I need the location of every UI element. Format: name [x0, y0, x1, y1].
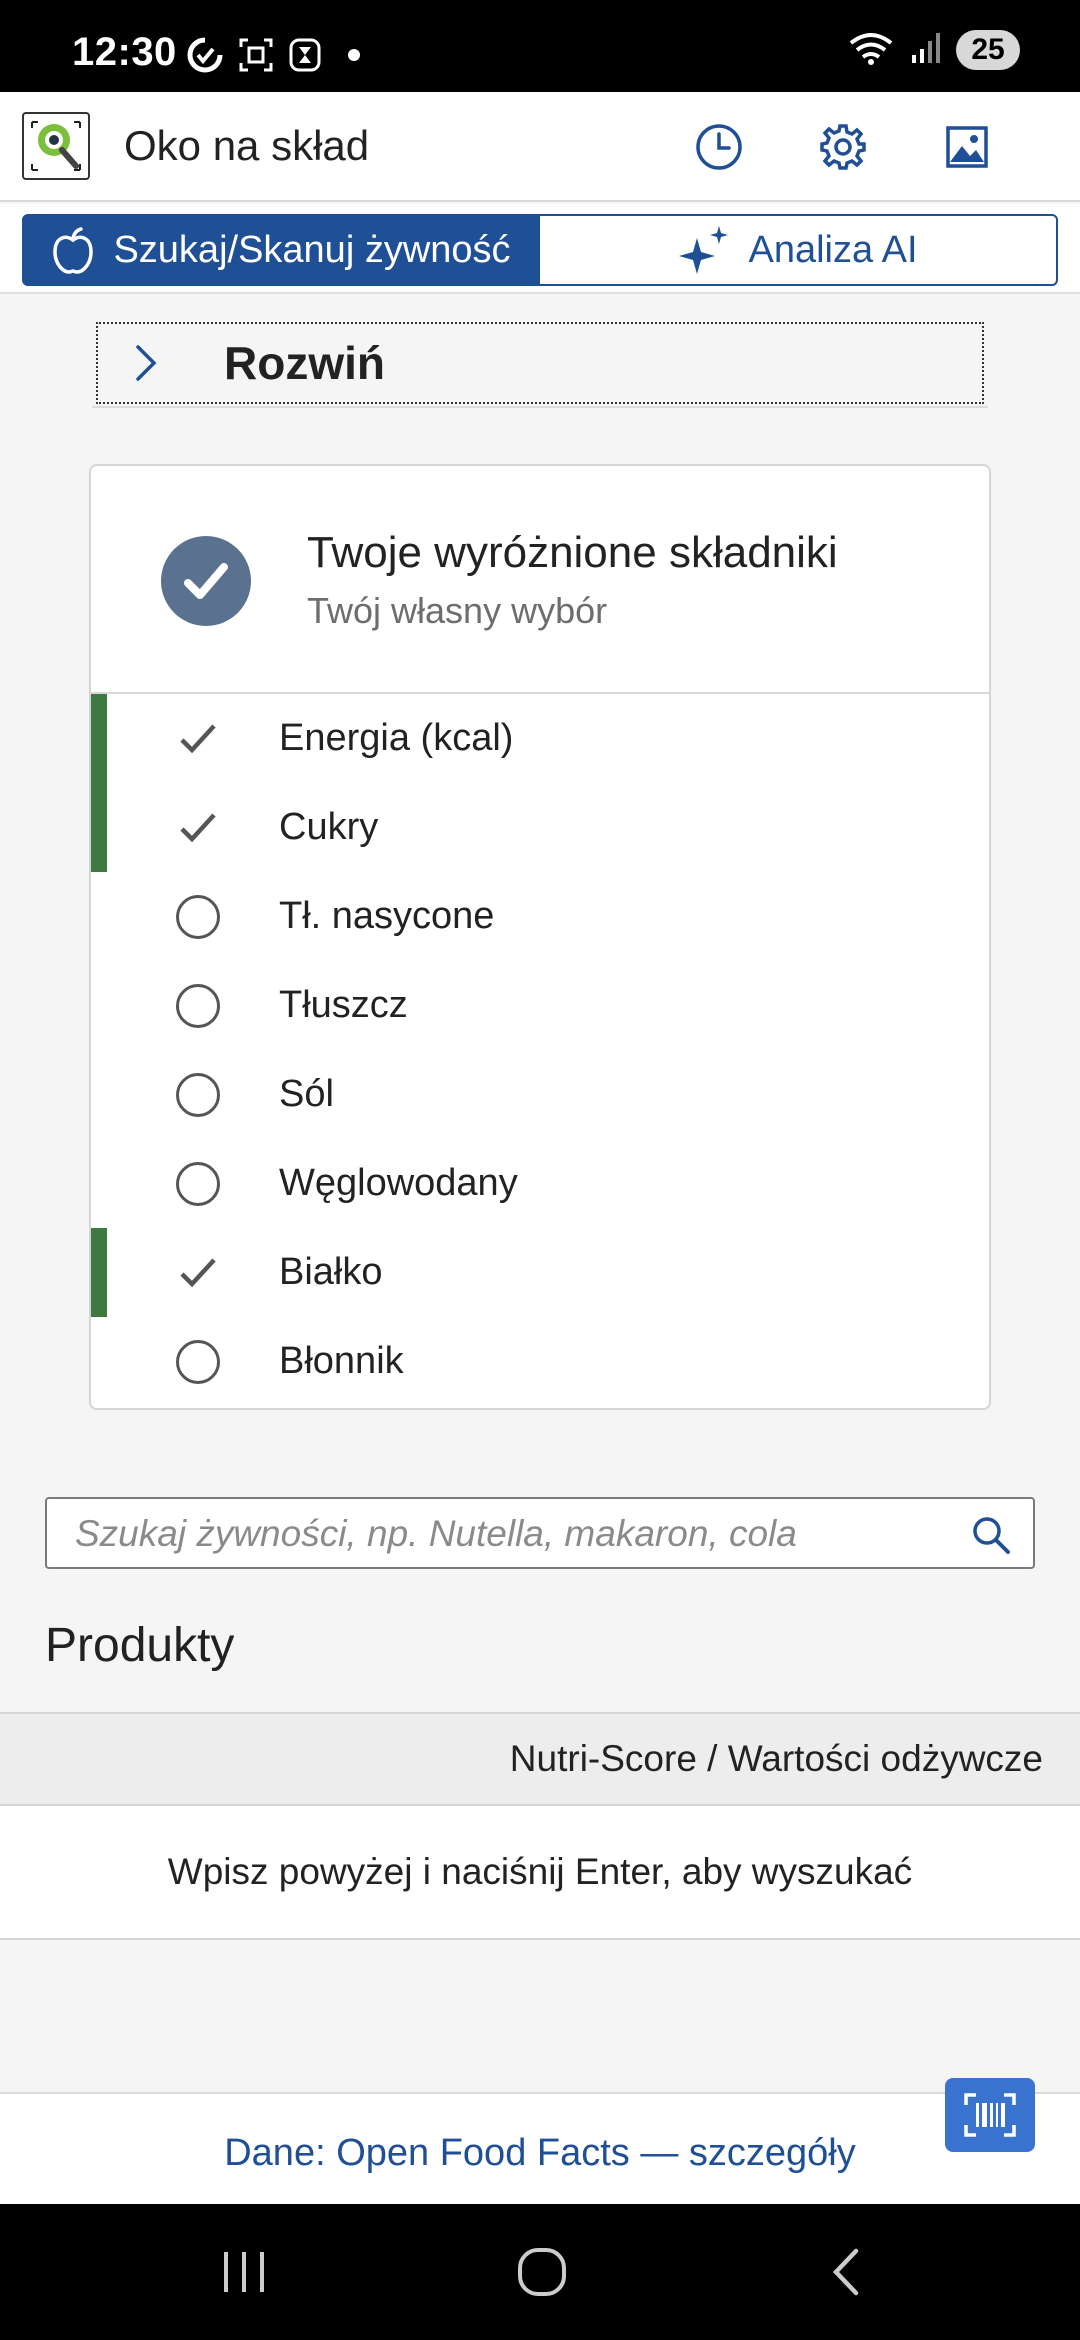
selected-marker	[91, 694, 107, 783]
ingredient-label: Tł. nasycone	[279, 895, 495, 937]
ingredient-item-fat[interactable]: Tłuszcz	[91, 961, 989, 1050]
checkmark-icon	[175, 805, 221, 851]
column-header-label: Nutri-Score / Wartości odżywcze	[509, 1738, 1043, 1779]
expand-label: Rozwiń	[224, 337, 385, 389]
barcode-icon	[964, 2093, 1016, 2137]
history-icon	[696, 124, 742, 170]
tabs-bar: Szukaj/Skanuj żywność Analiza AI	[0, 204, 1080, 294]
ingredient-label: Białko	[279, 1251, 383, 1293]
wifi-icon	[848, 31, 894, 70]
radio-empty-icon	[175, 894, 221, 940]
ingredient-item-salt[interactable]: Sól	[91, 1050, 989, 1139]
status-icons-right: 25	[848, 30, 1020, 70]
app-logo	[22, 112, 90, 180]
products-empty-message: Wpisz powyżej i naciśnij Enter, aby wysz…	[0, 1806, 1080, 1940]
search-box	[45, 1497, 1035, 1569]
tab-ai-analysis-label: Analiza AI	[748, 228, 918, 271]
footer: Dane: Open Food Facts — szczegóły	[0, 2092, 1080, 2204]
card-header: Twoje wyróżnione składniki Twój własny w…	[91, 466, 989, 694]
highlighted-ingredients-card: Twoje wyróżnione składniki Twój własny w…	[89, 464, 991, 1410]
ingredient-label: Węglowodany	[279, 1162, 518, 1204]
dot-icon	[348, 49, 360, 61]
card-title: Twoje wyróżnione składniki	[307, 528, 838, 577]
battery-icon: 25	[956, 30, 1020, 70]
ingredient-label: Sól	[279, 1073, 334, 1115]
scan-barcode-button[interactable]	[945, 2078, 1035, 2152]
products-column-header: Nutri-Score / Wartości odżywcze	[0, 1712, 1080, 1806]
recent-apps-button[interactable]	[214, 2244, 274, 2300]
screenshot-icon	[238, 37, 274, 73]
ingredient-label: Energia (kcal)	[279, 717, 514, 759]
search-icon[interactable]	[971, 1515, 1011, 1560]
sync-icon	[186, 36, 224, 74]
signal-icon	[910, 31, 940, 70]
back-icon	[832, 2248, 859, 2296]
ingredient-item-fiber[interactable]: Błonnik	[91, 1317, 989, 1406]
chevron-right-icon	[136, 345, 157, 381]
tab-search-scan-label: Szukaj/Skanuj żywność	[113, 228, 511, 271]
selected-marker	[91, 1228, 107, 1317]
ingredient-label: Błonnik	[279, 1340, 404, 1382]
image-icon	[946, 126, 988, 168]
radio-empty-icon	[175, 1339, 221, 1385]
ingredient-item-saturated-fat[interactable]: Tł. nasycone	[91, 872, 989, 961]
app-header: Oko na skład	[0, 92, 1080, 202]
radio-empty-icon	[175, 983, 221, 1029]
home-button[interactable]	[512, 2244, 572, 2300]
ingredient-label: Tłuszcz	[279, 984, 408, 1026]
selected-marker	[91, 783, 107, 872]
radio-empty-icon	[175, 1161, 221, 1207]
ingredient-list: Energia (kcal) Cukry Tł. nasycone Tłuszc…	[91, 694, 989, 1406]
ingredient-item-carbohydrates[interactable]: Węglowodany	[91, 1139, 989, 1228]
data-source-link[interactable]: Dane: Open Food Facts — szczegóły	[224, 2132, 856, 2175]
system-nav-bar	[0, 2204, 1080, 2340]
back-button[interactable]	[816, 2244, 876, 2300]
checkmark-icon	[175, 1250, 221, 1296]
timer-icon	[288, 37, 322, 73]
ingredient-item-sugars[interactable]: Cukry	[91, 783, 989, 872]
check-badge-icon	[161, 536, 251, 626]
checkmark-icon	[175, 716, 221, 762]
ingredient-label: Cukry	[279, 806, 379, 848]
tab-search-scan[interactable]: Szukaj/Skanuj żywność	[22, 214, 540, 286]
history-button[interactable]	[690, 118, 748, 176]
image-button[interactable]	[938, 118, 996, 176]
settings-button[interactable]	[814, 118, 872, 176]
expand-toggle[interactable]: Rozwiń	[96, 322, 984, 404]
search-input[interactable]	[75, 1507, 955, 1561]
status-bar: 12:30 25	[0, 0, 1080, 92]
apple-icon	[53, 227, 94, 274]
products-title: Produkty	[45, 1619, 235, 1672]
recent-apps-icon	[224, 2252, 264, 2292]
settings-icon	[820, 124, 866, 170]
status-time: 12:30	[72, 30, 177, 74]
radio-empty-icon	[175, 1072, 221, 1118]
tab-ai-analysis[interactable]: Analiza AI	[538, 214, 1058, 286]
ingredient-item-energy[interactable]: Energia (kcal)	[91, 694, 989, 783]
ingredient-item-protein[interactable]: Białko	[91, 1228, 989, 1317]
app-title: Oko na skład	[124, 122, 370, 169]
expand-divider	[92, 406, 988, 408]
home-icon	[518, 2248, 566, 2296]
status-icons-left	[186, 36, 360, 74]
sparkle-icon	[678, 226, 728, 274]
card-subtitle: Twój własny wybór	[307, 590, 608, 631]
